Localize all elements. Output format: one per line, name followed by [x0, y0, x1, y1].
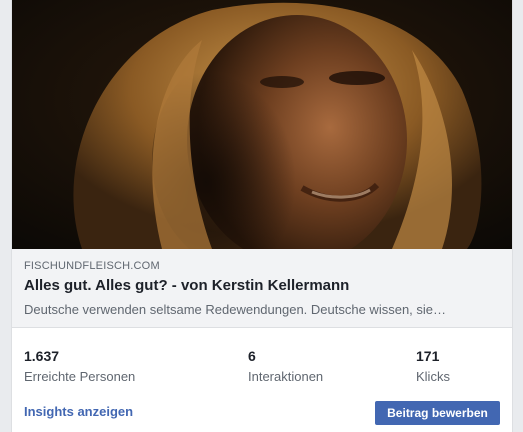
post-stats: 1.637 Erreichte Personen 6 Interaktionen… [12, 340, 512, 392]
stat-reach-label: Erreichte Personen [24, 369, 136, 384]
view-insights-link[interactable]: Insights anzeigen [24, 404, 133, 419]
stat-reach: 1.637 Erreichte Personen [24, 348, 135, 384]
link-title[interactable]: Alles gut. Alles gut? - von Kerstin Kell… [24, 277, 349, 294]
stat-clicks-value: 171 [416, 348, 440, 364]
post-card: FISCHUNDFLEISCH.COM Alles gut. Alles gut… [11, 0, 513, 432]
stat-clicks-label: Klicks [416, 369, 450, 384]
boost-post-button[interactable]: Beitrag bewerben [375, 401, 500, 425]
stat-engagement-label: Interaktionen [248, 369, 324, 384]
link-domain: FISCHUNDFLEISCH.COM [24, 260, 160, 272]
stat-engagement-value: 6 [248, 348, 256, 364]
link-preview[interactable]: FISCHUNDFLEISCH.COM Alles gut. Alles gut… [12, 249, 512, 328]
link-description: Deutsche verwenden seltsame Redewendunge… [24, 302, 447, 317]
stat-clicks: 171 Klicks [416, 348, 450, 384]
stat-reach-value: 1.637 [24, 348, 60, 364]
stat-engagement: 6 Interaktionen [248, 348, 323, 384]
link-preview-image[interactable] [12, 0, 512, 249]
portrait-photo [12, 0, 512, 249]
